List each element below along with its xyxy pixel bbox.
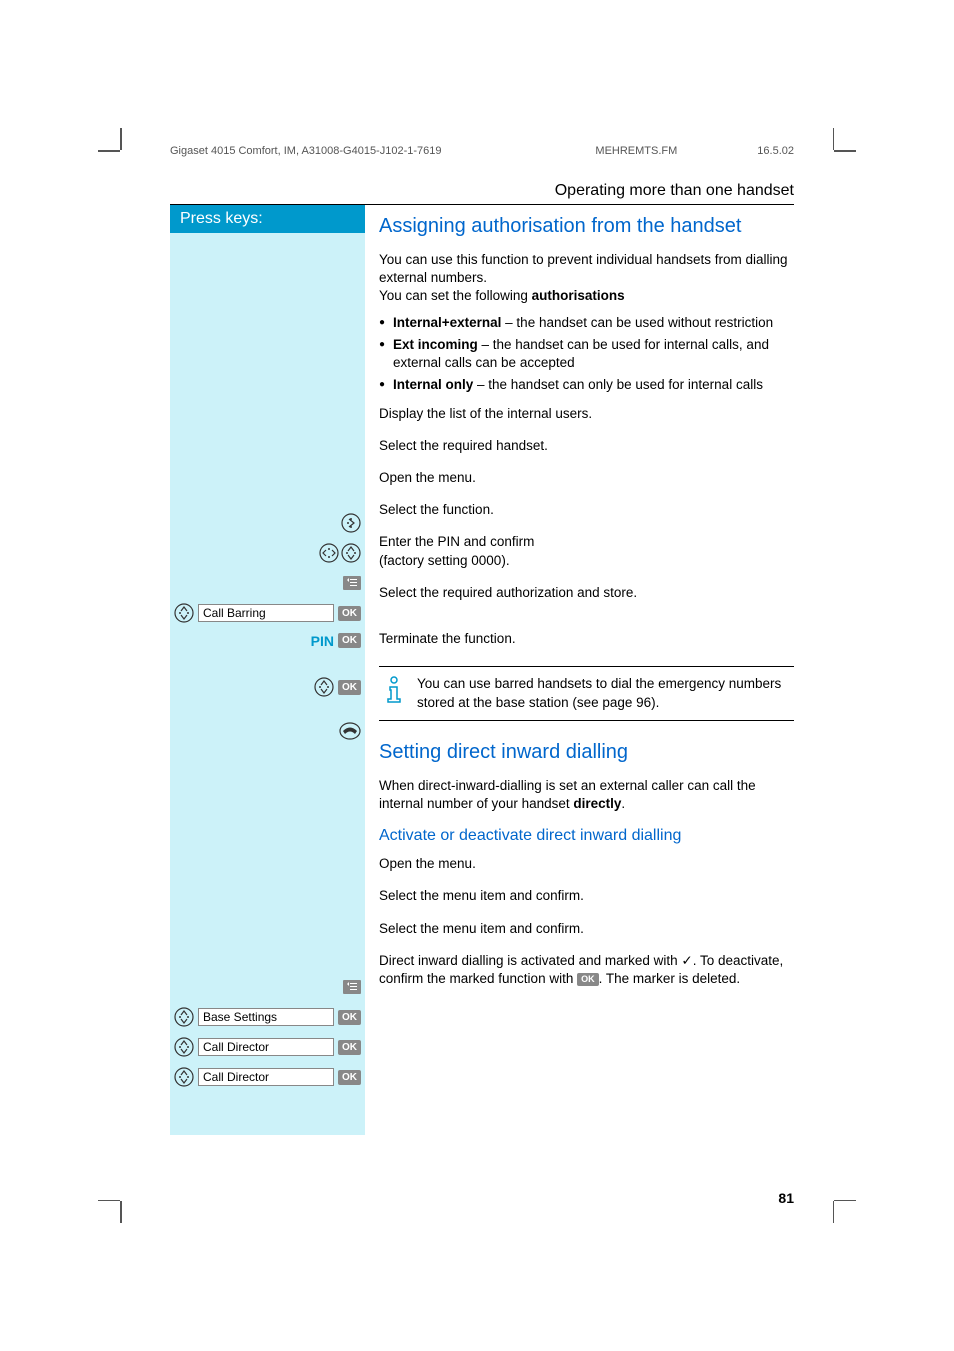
subheading-activate-deactivate: Activate or deactivate direct inward dia… bbox=[379, 827, 794, 845]
step-text: Select the menu item and confirm. bbox=[379, 920, 584, 938]
ok-button: OK bbox=[338, 680, 361, 695]
ok-button: OK bbox=[338, 1070, 361, 1085]
section-title: Operating more than one handset bbox=[170, 182, 794, 200]
heading-assigning-authorisation: Assigning authorisation from the handset bbox=[379, 213, 794, 239]
nav-vertical-icon bbox=[341, 543, 361, 563]
pin-label: PIN bbox=[311, 633, 334, 649]
info-text: You can use barred handsets to dial the … bbox=[417, 675, 792, 711]
step-text: Select the required authorization and st… bbox=[379, 584, 637, 602]
step-text: Open the menu. bbox=[379, 469, 476, 487]
crop-mark bbox=[833, 128, 835, 150]
info-note: You can use barred handsets to dial the … bbox=[379, 666, 794, 720]
crop-mark bbox=[98, 150, 120, 152]
info-icon bbox=[381, 675, 407, 708]
press-keys-column: Press keys: bbox=[170, 205, 365, 1135]
crop-mark bbox=[120, 1201, 122, 1223]
doc-file: MEHREMTS.FM bbox=[595, 145, 677, 157]
heading-direct-inward-dialling: Setting direct inward dialling bbox=[379, 739, 794, 765]
crop-mark bbox=[833, 1201, 835, 1223]
ok-button: OK bbox=[338, 606, 361, 621]
crop-mark bbox=[98, 1200, 120, 1202]
authorisation-list: Internal+external – the handset can be u… bbox=[379, 314, 794, 395]
list-item: Ext incoming – the handset can be used f… bbox=[379, 336, 794, 372]
list-item: Internal only – the handset can only be … bbox=[379, 376, 794, 394]
ok-button: OK bbox=[338, 633, 361, 648]
step-text: Direct inward dialling is activated and … bbox=[379, 952, 794, 988]
menu-icon bbox=[343, 980, 361, 994]
intro-paragraph: When direct-inward-dialling is set an ex… bbox=[379, 777, 794, 813]
call-barring-label: Call Barring bbox=[198, 604, 334, 622]
step-text: Display the list of the internal users. bbox=[379, 405, 592, 423]
main-content: Assigning authorisation from the handset… bbox=[365, 205, 794, 1135]
call-director-label: Call Director bbox=[198, 1068, 334, 1086]
doc-id: Gigaset 4015 Comfort, IM, A31008-G4015-J… bbox=[170, 145, 555, 157]
ok-button: OK bbox=[338, 1040, 361, 1055]
crop-mark bbox=[834, 150, 856, 152]
nav-vertical-icon bbox=[174, 1007, 194, 1027]
step-text: Select the menu item and confirm. bbox=[379, 887, 584, 905]
page-number: 81 bbox=[170, 1190, 794, 1206]
crop-mark bbox=[120, 128, 122, 150]
nav-vertical-icon bbox=[314, 677, 334, 697]
nav-vertical-icon bbox=[174, 1067, 194, 1087]
press-keys-label: Press keys: bbox=[170, 205, 365, 233]
step-text: Terminate the function. bbox=[379, 630, 516, 648]
intro-paragraph: You can use this function to prevent ind… bbox=[379, 251, 794, 306]
step-text: Enter the PIN and confirm (factory setti… bbox=[379, 533, 534, 569]
step-text: Open the menu. bbox=[379, 855, 476, 873]
nav-horizontal-icon bbox=[319, 543, 339, 563]
ok-button: OK bbox=[338, 1010, 361, 1025]
nav-vertical-icon bbox=[174, 603, 194, 623]
doc-header: Gigaset 4015 Comfort, IM, A31008-G4015-J… bbox=[170, 145, 794, 157]
menu-icon bbox=[343, 576, 361, 590]
step-text: Select the function. bbox=[379, 501, 494, 519]
ok-inline-icon: OK bbox=[577, 973, 599, 986]
list-item: Internal+external – the handset can be u… bbox=[379, 314, 794, 332]
hangup-icon bbox=[339, 720, 361, 742]
crop-mark bbox=[834, 1200, 856, 1202]
call-director-label: Call Director bbox=[198, 1038, 334, 1056]
nav-right-icon bbox=[341, 513, 361, 533]
nav-vertical-icon bbox=[174, 1037, 194, 1057]
step-text: Select the required handset. bbox=[379, 437, 548, 455]
doc-date: 16.5.02 bbox=[757, 145, 794, 157]
base-settings-label: Base Settings bbox=[198, 1008, 334, 1026]
